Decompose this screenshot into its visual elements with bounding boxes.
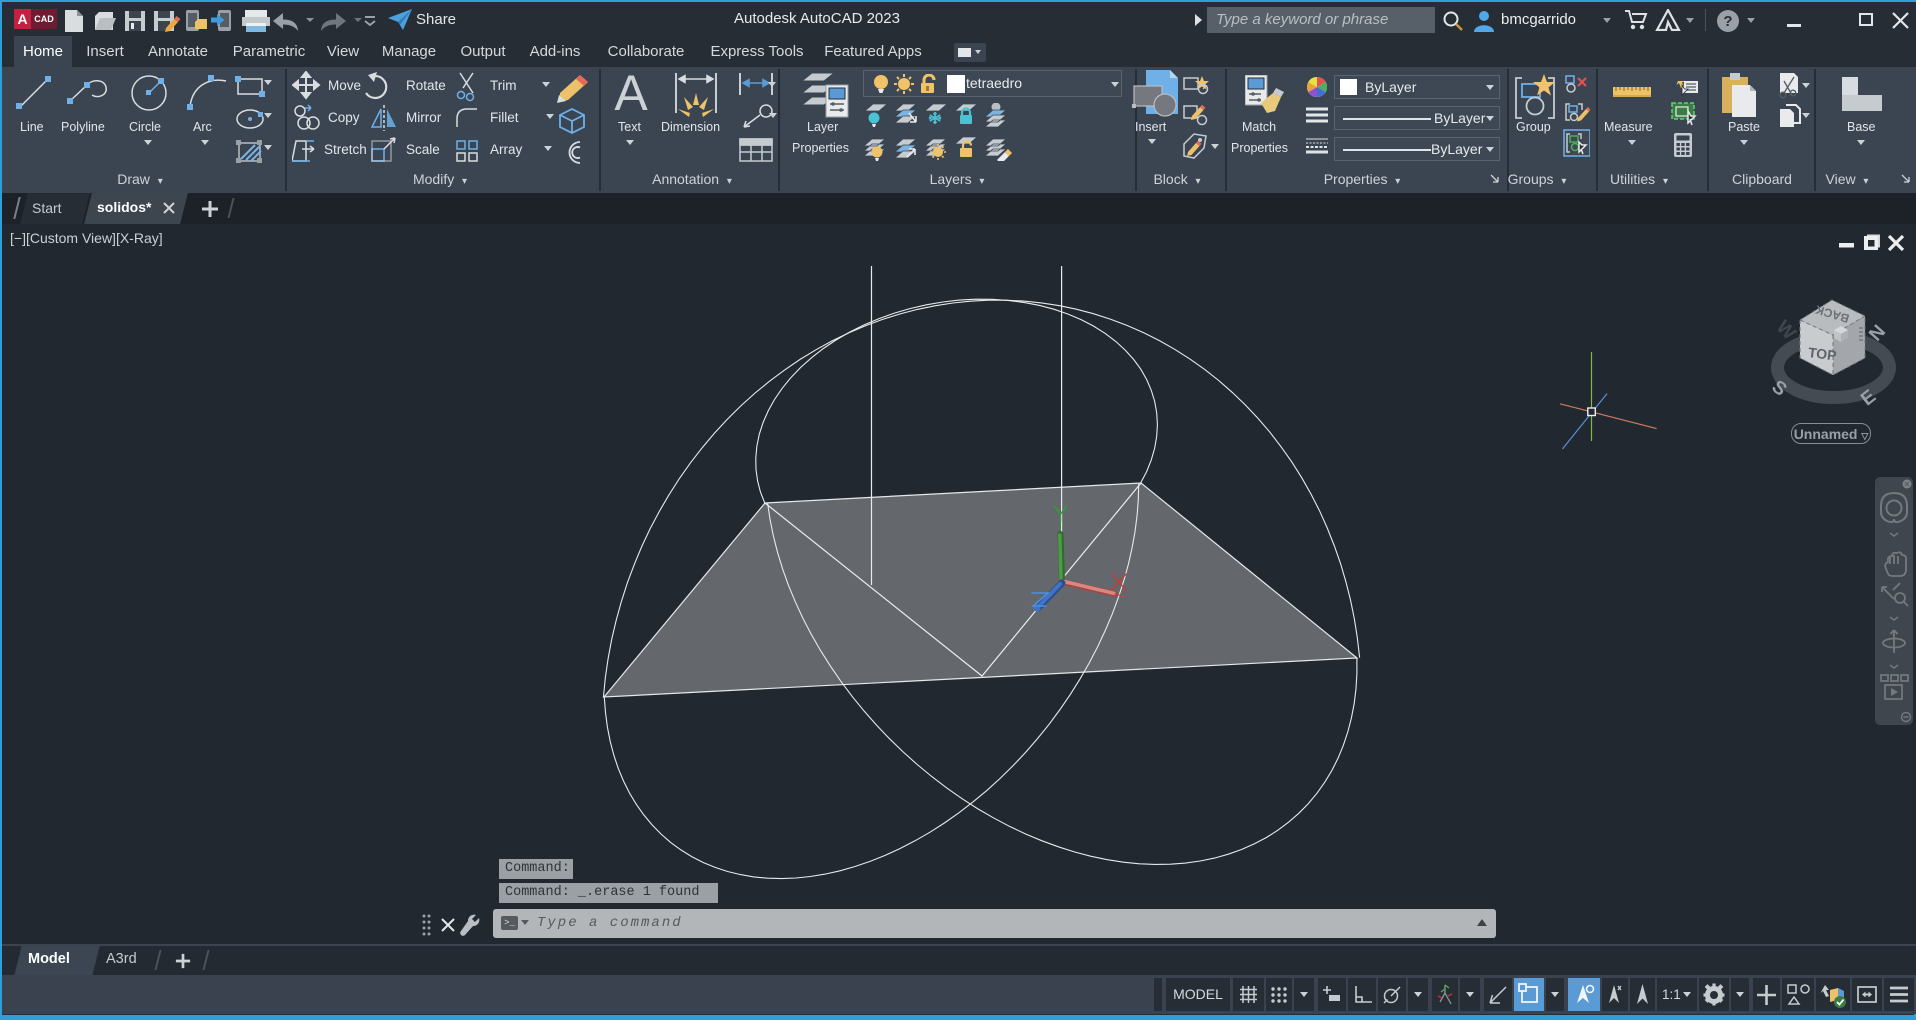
svg-text:?: ? <box>1723 13 1732 30</box>
